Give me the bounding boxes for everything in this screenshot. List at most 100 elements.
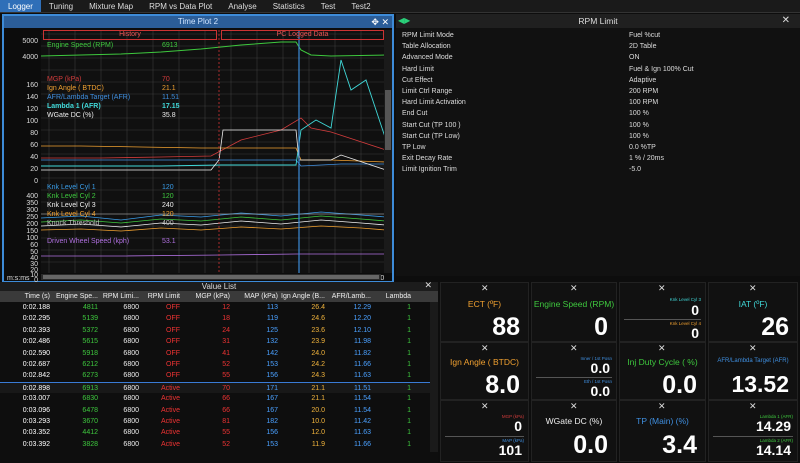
column-header[interactable]: Engine Spe... — [52, 291, 100, 302]
legend-item[interactable]: Knk Level Cyl 4 120 — [47, 211, 174, 218]
legend-item[interactable]: MGP (kPa) 70 — [47, 76, 170, 83]
rpm-limit-row[interactable]: Advanced Mode ON — [396, 52, 800, 63]
rpm-limit-row[interactable]: Start Cut (TP Low) 100 % — [396, 131, 800, 142]
close-icon[interactable]: ✕ — [481, 343, 489, 354]
column-header[interactable]: RPM Limit — [141, 291, 182, 302]
close-icon[interactable]: ✕ — [570, 401, 578, 412]
rpm-limit-row[interactable]: Table Allocation 2D Table — [396, 41, 800, 52]
close-icon[interactable]: ✕ — [481, 283, 489, 294]
gauge-inj-duty[interactable]: ✕ Inj Duty Cycle ( %) 0.0 — [619, 342, 706, 400]
setting-value[interactable]: 1 % / 20ms — [629, 153, 664, 164]
rpm-limit-row[interactable]: Start Cut (TP 100 ) 100 % — [396, 120, 800, 131]
column-header[interactable]: MAP (kPa) — [232, 291, 280, 302]
value-list-scrollbar[interactable] — [430, 302, 438, 452]
gauge-inner[interactable]: ✕ Inner / 1st Posn 0.0 Eth / 1st Posn 0.… — [531, 342, 617, 400]
gauge-ign-angle[interactable]: ✕ Ign Angle ( BTDC) 8.0 — [440, 342, 529, 400]
close-icon[interactable]: ✕ — [658, 343, 666, 354]
rpm-limit-row[interactable]: Limit Ignition Trim -5.0 — [396, 164, 800, 175]
close-icon[interactable]: ✕ — [658, 283, 666, 294]
table-row[interactable]: 0:02.842 6273 6800 OFF 55 156 24.3 11.63 1 — [0, 370, 438, 381]
close-icon[interactable]: ✕ — [570, 283, 578, 294]
table-row[interactable]: 0:02.295 5139 6800 OFF 18 119 24.6 12.20 1 — [0, 313, 438, 324]
gauge-engine-speed[interactable]: ✕ Engine Speed (RPM) 0 — [531, 282, 617, 342]
gauge-ect[interactable]: ✕ ECT (ºF) 88 — [440, 282, 529, 342]
time-plot-controls[interactable]: ✥ ✕ — [371, 16, 389, 28]
menu-tab-mixture-map[interactable]: Mixture Map — [81, 0, 141, 12]
table-row[interactable]: 0:03.352 4412 6800 Active 55 156 12.0 11.63 1 — [0, 427, 438, 438]
table-row[interactable]: 0:02.898 6913 6800 Active 70 171 21.1 11.51 1 — [0, 381, 438, 394]
menu-tab-tuning[interactable]: Tuning — [41, 0, 81, 12]
plot-area[interactable]: History PC Logged Data Engine Speed (RPM… — [41, 30, 386, 273]
setting-value[interactable]: 200 RPM — [629, 86, 658, 97]
menu-tab-rpm-vs-data-plot[interactable]: RPM vs Data Plot — [141, 0, 220, 12]
column-header[interactable]: Time (s) — [0, 291, 52, 302]
table-row[interactable]: 0:02.188 4811 6800 OFF 12 113 26.4 12.29 1 — [0, 302, 438, 313]
scroll-thumb[interactable] — [385, 90, 391, 150]
legend-item[interactable]: AFR/Lambda Target (AFR) 11.51 — [47, 94, 179, 101]
legend-item[interactable]: WGate DC (%) 35.8 — [47, 112, 176, 119]
menu-tab-logger[interactable]: Logger — [0, 0, 41, 12]
scroll-thumb[interactable] — [43, 275, 379, 279]
rpm-limit-row[interactable]: Limit Ctrl Range 200 RPM — [396, 86, 800, 97]
setting-value[interactable]: Fuel & Ign 100% Cut — [629, 64, 694, 75]
column-header[interactable]: RPM Limi... — [100, 291, 141, 302]
setting-value[interactable]: Adaptive — [629, 75, 656, 86]
menu-tab-analyse[interactable]: Analyse — [220, 0, 264, 12]
setting-value[interactable]: 0.0 %TP — [629, 142, 656, 153]
rpm-limit-row[interactable]: Cut Effect Adaptive — [396, 75, 800, 86]
close-icon[interactable]: ✕ — [570, 343, 578, 354]
setting-value[interactable]: -5.0 — [629, 164, 641, 175]
gauge-mgp-map[interactable]: ✕ MGP (kPa) 0 MAP (kPa) 101 — [440, 400, 529, 462]
gauge-tp-main[interactable]: ✕ TP (Main) (%) 3.4 — [619, 400, 706, 462]
gauge-wgate[interactable]: ✕ WGate DC (%) 0.0 — [531, 400, 617, 462]
legend-item[interactable]: Lambda 1 (AFR) 17.15 — [47, 103, 180, 110]
rpm-limit-row[interactable]: Hard Limit Activation 100 RPM — [396, 97, 800, 108]
legend-item[interactable]: Knk Level Cyl 3 240 — [47, 202, 174, 209]
setting-value[interactable]: Fuel %cut — [629, 30, 660, 41]
close-icon[interactable]: ✕ — [424, 281, 432, 290]
column-header[interactable]: AFR/Lamb... — [327, 291, 373, 302]
legend-item[interactable]: Engine Speed (RPM) 6913 — [47, 42, 178, 49]
table-row[interactable]: 0:02.687 6212 6800 OFF 52 153 24.2 11.66 1 — [0, 359, 438, 370]
legend-item[interactable]: Knk Level Cyl 1 120 — [47, 184, 174, 191]
gauge-knock[interactable]: ✕ Knk Level Cyl 3 0 Knk Level Cyl 4 0 — [619, 282, 706, 342]
menu-tab-test2[interactable]: Test2 — [343, 0, 378, 12]
table-row[interactable]: 0:03.293 3670 6800 Active 81 182 10.0 11.42 1 — [0, 416, 438, 427]
setting-value[interactable]: 100 % — [629, 120, 649, 131]
gauge-afr-target[interactable]: ✕ AFR/Lambda Target (AFR) 13.52 — [708, 342, 798, 400]
move-icon[interactable]: ✥ — [371, 17, 379, 27]
plot-vertical-scrollbar[interactable] — [384, 30, 392, 273]
menu-tab-statistics[interactable]: Statistics — [265, 0, 313, 12]
close-icon[interactable]: ✕ — [749, 283, 757, 294]
menu-tab-test[interactable]: Test — [313, 0, 344, 12]
rpm-limit-row[interactable]: Exit Decay Rate 1 % / 20ms — [396, 153, 800, 164]
expand-arrow-icon[interactable]: ◀▶ — [398, 14, 410, 28]
close-icon[interactable]: ✕ — [381, 17, 389, 27]
close-icon[interactable]: ✕ — [481, 401, 489, 412]
column-header[interactable]: Lambda — [373, 291, 413, 302]
table-row[interactable]: 0:03.096 6478 6800 Active 66 167 20.0 11.54 1 — [0, 405, 438, 416]
close-icon[interactable]: ✕ — [749, 343, 757, 354]
setting-value[interactable]: ON — [629, 52, 640, 63]
rpm-limit-row[interactable]: End Cut 100 % — [396, 108, 800, 119]
setting-value[interactable]: 100 % — [629, 131, 649, 142]
legend-item[interactable]: Knock Threshold 400 — [47, 220, 174, 227]
table-row[interactable]: 0:02.486 5615 6800 OFF 31 132 23.9 11.98 1 — [0, 336, 438, 347]
setting-value[interactable]: 100 % — [629, 108, 649, 119]
setting-value[interactable]: 100 RPM — [629, 97, 658, 108]
close-icon[interactable]: ✕ — [749, 401, 757, 412]
table-row[interactable]: 0:03.007 6830 6800 Active 66 167 21.1 11.54 1 — [0, 393, 438, 404]
table-row[interactable]: 0:02.590 5918 6800 OFF 41 142 24.0 11.82 1 — [0, 348, 438, 359]
legend-item[interactable]: Ign Angle ( BTDC) 21.1 — [47, 85, 176, 92]
gauge-lambda[interactable]: ✕ Lambda 1 (AFR) 14.29 Lambda 2 (AFR) 14… — [708, 400, 798, 462]
rpm-limit-row[interactable]: TP Low 0.0 %TP — [396, 142, 800, 153]
legend-item[interactable]: Driven Wheel Speed (kph) 53.1 — [47, 238, 176, 245]
table-row[interactable]: 0:02.393 5372 6800 OFF 24 125 23.6 12.10 1 — [0, 325, 438, 336]
gauge-iat[interactable]: ✕ IAT (ºF) 26 — [708, 282, 798, 342]
column-header[interactable]: Ign Angle (B... — [280, 291, 327, 302]
plot-horizontal-scrollbar[interactable] — [41, 274, 381, 280]
rpm-limit-row[interactable]: Hard Limit Fuel & Ign 100% Cut — [396, 64, 800, 75]
setting-value[interactable]: 2D Table — [629, 41, 657, 52]
legend-item[interactable]: Knk Level Cyl 2 120 — [47, 193, 174, 200]
close-icon[interactable]: ✕ — [658, 401, 666, 412]
